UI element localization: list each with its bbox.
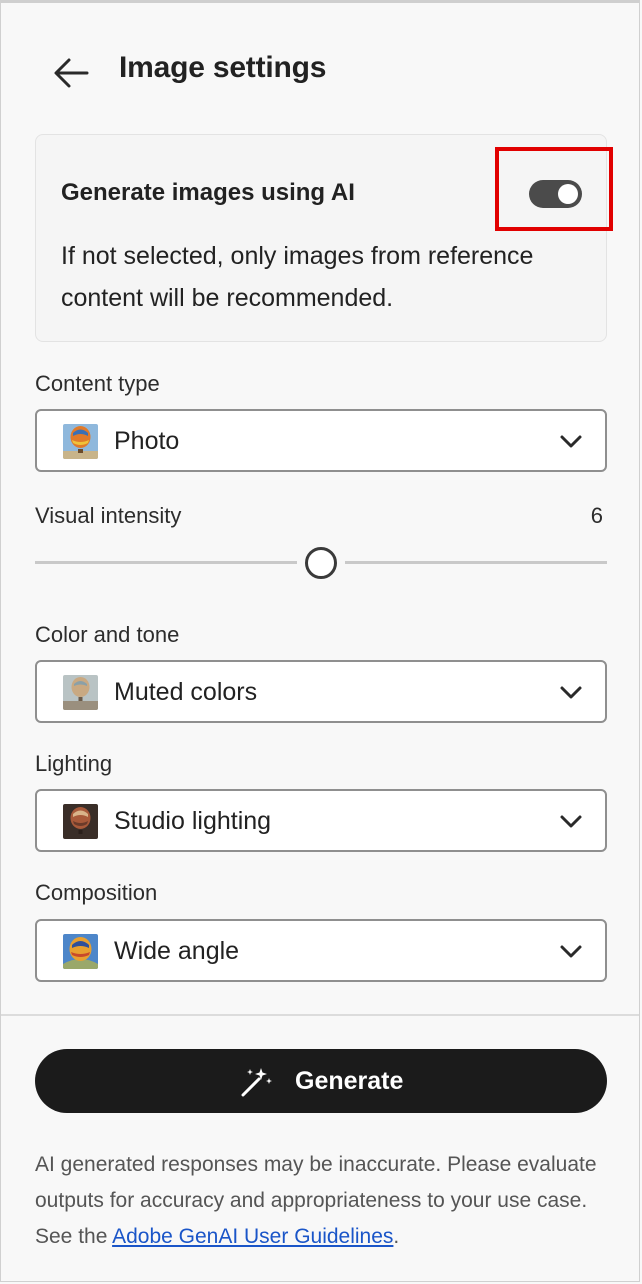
disclaimer-suffix: . — [393, 1225, 400, 1248]
magic-wand-icon — [241, 1068, 272, 1097]
generate-button[interactable]: Generate — [35, 1049, 607, 1113]
chevron-down-icon — [560, 435, 582, 448]
page-title: Image settings — [119, 51, 327, 84]
visual-intensity-value: 6 — [590, 503, 603, 528]
wide-angle-balloon-thumbnail — [63, 934, 98, 969]
visual-intensity-slider[interactable] — [35, 541, 607, 585]
ai-toggle-title: Generate images using AI — [61, 179, 355, 206]
arrow-left-icon — [54, 58, 89, 88]
chevron-down-icon — [560, 686, 582, 699]
back-button[interactable] — [49, 51, 93, 95]
ai-toggle-description: If not selected, only images from refere… — [61, 242, 534, 312]
content-type-value: Photo — [114, 427, 180, 455]
composition-label: Composition — [35, 880, 158, 905]
content-type-label: Content type — [35, 371, 160, 396]
header: Image settings — [1, 3, 639, 128]
toggle-knob — [558, 184, 578, 204]
slider-track-right — [345, 561, 607, 564]
hot-air-balloon-thumbnail — [63, 424, 98, 459]
slider-track-left — [35, 561, 297, 564]
chevron-down-icon — [560, 945, 582, 958]
muted-balloon-thumbnail — [63, 675, 98, 710]
image-settings-panel: Image settings Generate images using AI … — [0, 0, 640, 1282]
content-type-select[interactable]: Photo — [35, 409, 607, 472]
lighting-select[interactable]: Studio lighting — [35, 789, 607, 852]
lighting-label: Lighting — [35, 751, 113, 776]
color-tone-value: Muted colors — [114, 678, 258, 706]
generate-ai-toggle[interactable] — [529, 180, 582, 208]
chevron-down-icon — [560, 815, 582, 828]
color-tone-label: Color and tone — [35, 622, 180, 647]
genai-guidelines-link[interactable]: Adobe GenAI User Guidelines — [112, 1225, 393, 1248]
slider-thumb[interactable] — [305, 547, 337, 579]
footer-divider — [1, 1014, 639, 1016]
composition-value: Wide angle — [114, 937, 240, 965]
lighting-value: Studio lighting — [114, 807, 272, 835]
generate-label: Generate — [295, 1067, 404, 1095]
visual-intensity-label: Visual intensity — [35, 503, 182, 528]
color-tone-select[interactable]: Muted colors — [35, 660, 607, 723]
composition-select[interactable]: Wide angle — [35, 919, 607, 982]
studio-balloon-thumbnail — [63, 804, 98, 839]
ai-disclaimer: AI generated responses may be inaccurate… — [35, 1147, 615, 1255]
